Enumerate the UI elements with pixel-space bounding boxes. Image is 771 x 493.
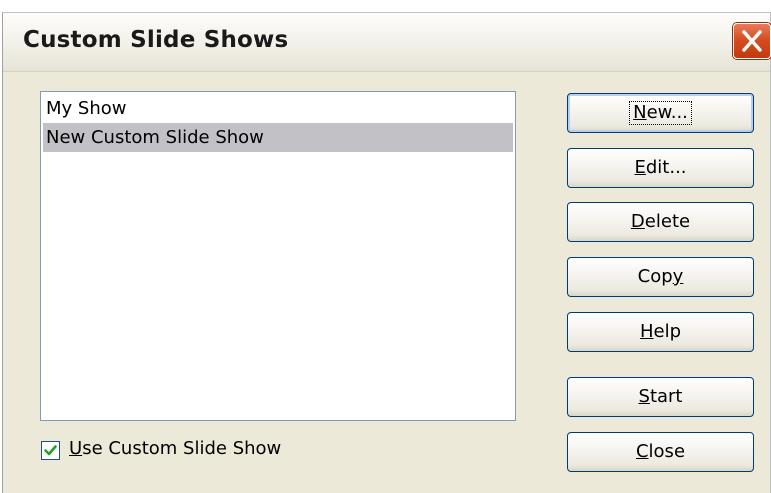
mnemonic-letter: U xyxy=(69,438,83,459)
mnemonic-letter: D xyxy=(630,211,645,232)
copy-button[interactable]: Copy xyxy=(567,257,754,297)
button-label: dit... xyxy=(645,157,687,178)
mnemonic-letter: C xyxy=(635,441,649,462)
start-button[interactable]: Start xyxy=(567,377,754,417)
button-label: Cop xyxy=(637,266,673,287)
custom-shows-list[interactable]: My Show New Custom Slide Show xyxy=(40,91,516,421)
focus-ring: New... xyxy=(629,101,692,125)
title-bar[interactable]: Custom Slide Shows xyxy=(3,13,771,72)
new-button[interactable]: New... xyxy=(567,93,754,133)
button-label: lose xyxy=(648,441,686,462)
list-item-selected[interactable]: New Custom Slide Show xyxy=(43,123,513,152)
checkbox-label-text: se Custom Slide Show xyxy=(82,438,282,459)
mnemonic-letter: y xyxy=(672,266,684,287)
list-item-label: New Custom Slide Show xyxy=(46,127,264,148)
list-item-label: My Show xyxy=(46,98,127,119)
mnemonic-letter: N xyxy=(633,102,647,123)
checkmark-icon xyxy=(44,445,57,456)
mnemonic-letter: S xyxy=(638,386,650,407)
dialog-title: Custom Slide Shows xyxy=(23,27,289,53)
mnemonic-letter: E xyxy=(634,157,646,178)
close-button[interactable]: Close xyxy=(567,432,754,472)
use-custom-slide-show-label[interactable]: Use Custom Slide Show xyxy=(69,438,281,459)
close-x-icon xyxy=(742,30,762,52)
button-label: elete xyxy=(644,211,691,232)
delete-button[interactable]: Delete xyxy=(567,202,754,242)
help-button[interactable]: Help xyxy=(567,312,754,352)
use-custom-slide-show-checkbox[interactable] xyxy=(41,441,60,460)
button-label: tart xyxy=(649,386,683,407)
close-window-button[interactable] xyxy=(733,23,771,59)
button-label: elp xyxy=(653,321,682,342)
button-label: ew... xyxy=(646,102,688,123)
mnemonic-letter: H xyxy=(639,321,654,342)
list-item[interactable]: My Show xyxy=(43,94,513,123)
edit-button[interactable]: Edit... xyxy=(567,148,754,188)
